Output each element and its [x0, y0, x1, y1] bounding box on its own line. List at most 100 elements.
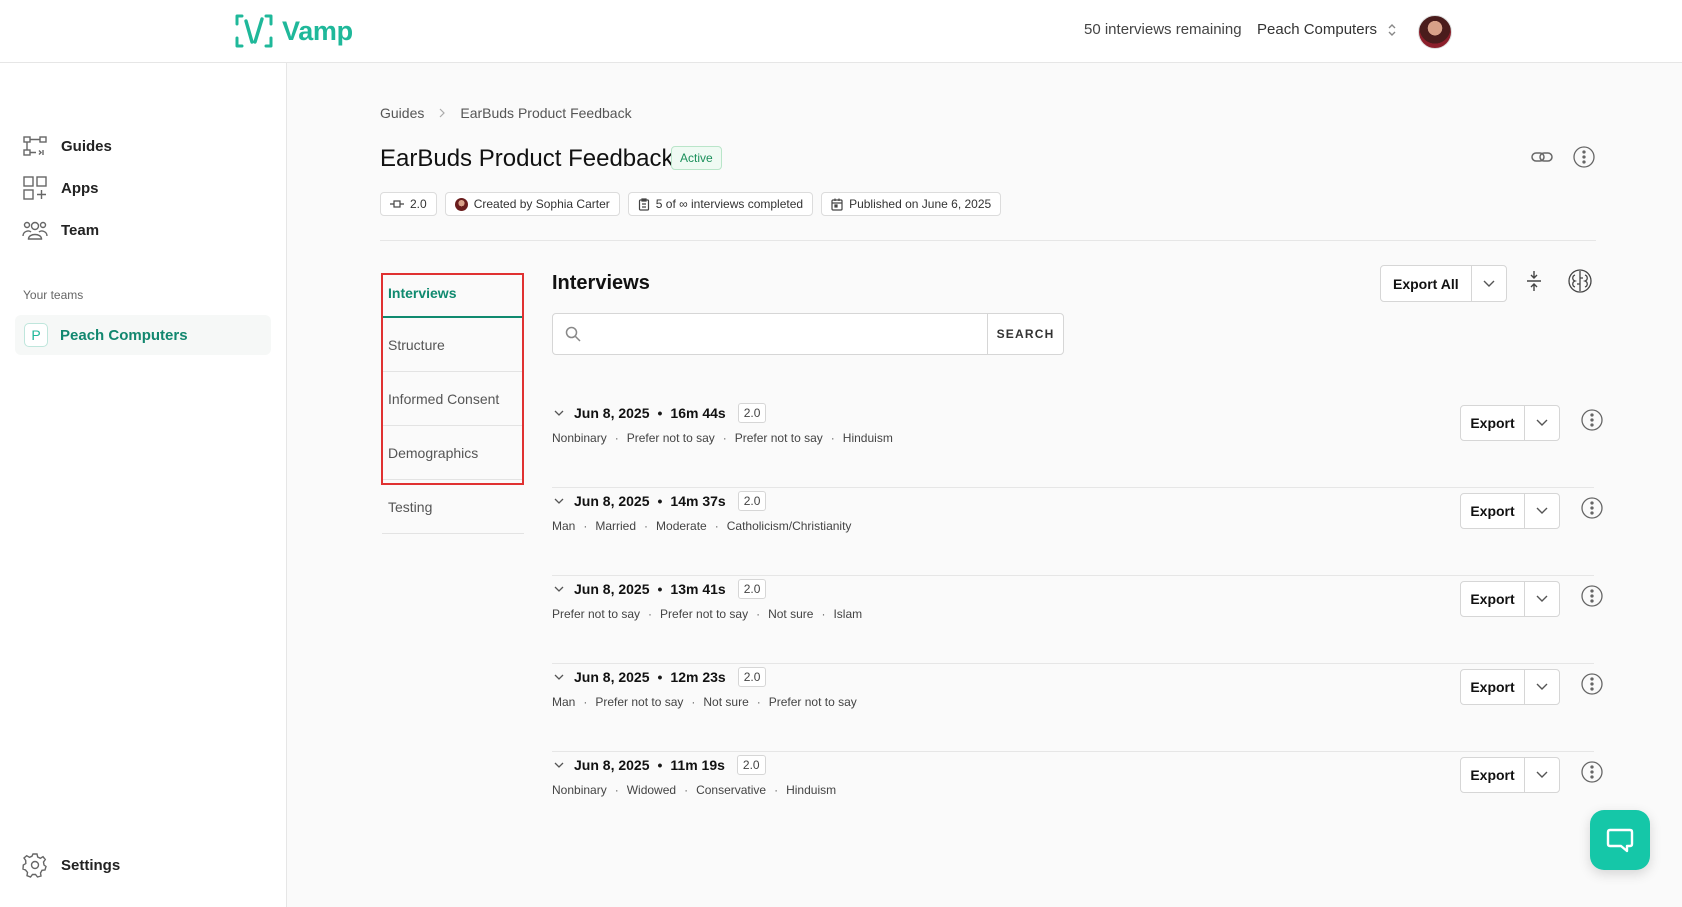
- separator-dot: •: [657, 493, 663, 509]
- export-all-button[interactable]: Export All: [1381, 266, 1472, 301]
- export-button[interactable]: Export: [1461, 582, 1525, 616]
- guide-more-button[interactable]: [1569, 142, 1599, 172]
- tag-separator: ·: [648, 607, 653, 621]
- app-name: Vamp: [282, 15, 353, 46]
- vamp-logo-icon: [235, 14, 273, 48]
- team-name: Peach Computers: [60, 326, 188, 344]
- more-vertical-icon[interactable]: [1580, 672, 1604, 696]
- vamp-logo[interactable]: Vamp: [234, 12, 353, 50]
- tag: Man: [552, 519, 576, 533]
- interview-duration: 14m 37s: [670, 493, 726, 509]
- search-input[interactable]: [589, 326, 987, 342]
- chevron-right-icon: [439, 108, 446, 118]
- user-avatar[interactable]: [1418, 15, 1452, 49]
- guide-meta: 2.0 Created by Sophia Carter 5 of ∞ inte…: [380, 192, 1002, 216]
- help-chat-button[interactable]: [1590, 810, 1650, 870]
- completion-text: 5 of ∞ interviews completed: [655, 197, 804, 211]
- more-vertical-icon[interactable]: [1580, 584, 1604, 608]
- breadcrumb-current: EarBuds Product Feedback: [460, 105, 632, 121]
- search-box: SEARCH: [552, 313, 1064, 355]
- tag: Prefer not to say: [734, 431, 823, 445]
- tab-structure[interactable]: Structure: [382, 318, 524, 372]
- tag: Man: [552, 695, 576, 709]
- team-peach-computers[interactable]: P Peach Computers: [15, 315, 271, 355]
- more-vertical-icon[interactable]: [1580, 496, 1604, 520]
- export-group: Export: [1460, 757, 1560, 793]
- export-dropdown[interactable]: [1525, 582, 1559, 616]
- tag: Nonbinary: [552, 431, 607, 445]
- interviews-remaining: 50 interviews remaining: [1084, 21, 1242, 38]
- chevron-down-icon[interactable]: [552, 670, 566, 684]
- sidebar-item-team[interactable]: Team: [22, 217, 99, 243]
- tag: Hinduism: [786, 783, 837, 797]
- tag-separator: ·: [583, 519, 588, 533]
- chevron-down-icon: [1536, 771, 1548, 778]
- guide-tabs: Interviews Structure Informed Consent De…: [382, 272, 524, 534]
- interview-duration: 11m 19s: [670, 757, 725, 773]
- demographic-tags: Man · Prefer not to say · Not sure · Prefer…: [552, 695, 857, 709]
- ai-insights-button[interactable]: [1565, 266, 1595, 296]
- export-button[interactable]: Export: [1461, 758, 1525, 792]
- tag: Islam: [833, 607, 863, 621]
- tab-demographics[interactable]: Demographics: [382, 426, 524, 480]
- more-vertical-icon[interactable]: [1580, 408, 1604, 432]
- export-button[interactable]: Export: [1461, 406, 1525, 440]
- calendar-icon: [831, 198, 843, 211]
- interview-date: Jun 8, 2025: [574, 669, 650, 685]
- tag-separator: ·: [821, 607, 826, 621]
- tag-separator: ·: [684, 783, 689, 797]
- search-button[interactable]: SEARCH: [987, 314, 1063, 354]
- org-switcher[interactable]: Peach Computers: [1257, 21, 1397, 38]
- collapse-all-button[interactable]: [1519, 266, 1549, 296]
- version-icon: [390, 200, 404, 208]
- tag-separator: ·: [714, 519, 719, 533]
- interview-row: Jun 8, 2025 • 14m 37s 2.0 Man · Married · …: [552, 488, 1603, 576]
- tag: Prefer not to say: [626, 431, 715, 445]
- chevron-down-icon[interactable]: [552, 494, 566, 508]
- export-dropdown[interactable]: [1525, 758, 1559, 792]
- chevron-down-icon: [1536, 507, 1548, 514]
- tag: Nonbinary: [552, 783, 607, 797]
- sidebar-item-label: Team: [61, 221, 100, 239]
- chevron-down-icon[interactable]: [552, 406, 566, 420]
- separator-dot: •: [657, 405, 663, 421]
- collapse-vertical-icon: [1527, 271, 1541, 291]
- export-button[interactable]: Export: [1461, 670, 1525, 704]
- export-group: Export: [1460, 581, 1560, 617]
- copy-link-button[interactable]: [1527, 142, 1557, 172]
- breadcrumb-guides[interactable]: Guides: [380, 105, 424, 121]
- chevron-down-icon[interactable]: [552, 582, 566, 596]
- team-badge: P: [24, 323, 48, 347]
- tag-separator: ·: [644, 519, 649, 533]
- sidebar-item-label: Apps: [61, 179, 99, 197]
- interview-row-header: Jun 8, 2025 • 16m 44s 2.0: [552, 403, 767, 423]
- export-dropdown[interactable]: [1525, 670, 1559, 704]
- chevron-up-down-icon: [1388, 23, 1396, 36]
- export-dropdown[interactable]: [1525, 494, 1559, 528]
- export-all-group: Export All: [1380, 265, 1507, 302]
- org-name: Peach Computers: [1257, 21, 1378, 38]
- demographic-tags: Nonbinary · Widowed · Conservative · Hindui…: [552, 783, 836, 797]
- breadcrumb: Guides EarBuds Product Feedback: [380, 105, 632, 121]
- sidebar-item-guides[interactable]: Guides: [22, 133, 112, 159]
- export-button[interactable]: Export: [1461, 494, 1525, 528]
- more-vertical-icon[interactable]: [1580, 760, 1604, 784]
- tab-testing[interactable]: Testing: [382, 480, 524, 534]
- export-all-dropdown[interactable]: [1472, 266, 1506, 301]
- tag: Not sure: [703, 695, 749, 709]
- export-group: Export: [1460, 493, 1560, 529]
- chevron-down-icon: [1536, 595, 1548, 602]
- tag-separator: ·: [774, 783, 779, 797]
- interview-row: Jun 8, 2025 • 11m 19s 2.0 Nonbinary · Wid…: [552, 752, 1603, 840]
- settings-label: Settings: [61, 856, 121, 874]
- sidebar-item-settings[interactable]: Settings: [22, 852, 120, 878]
- tab-interviews[interactable]: Interviews: [382, 272, 524, 318]
- sidebar-item-label: Guides: [61, 137, 112, 155]
- export-dropdown[interactable]: [1525, 406, 1559, 440]
- tag: Prefer not to say: [595, 695, 684, 709]
- chevron-down-icon[interactable]: [552, 758, 566, 772]
- tab-informed-consent[interactable]: Informed Consent: [382, 372, 524, 426]
- interview-row: Jun 8, 2025 • 12m 23s 2.0 Man · Prefer no…: [552, 664, 1603, 752]
- interview-date: Jun 8, 2025: [574, 405, 650, 421]
- sidebar-item-apps[interactable]: Apps: [22, 175, 99, 201]
